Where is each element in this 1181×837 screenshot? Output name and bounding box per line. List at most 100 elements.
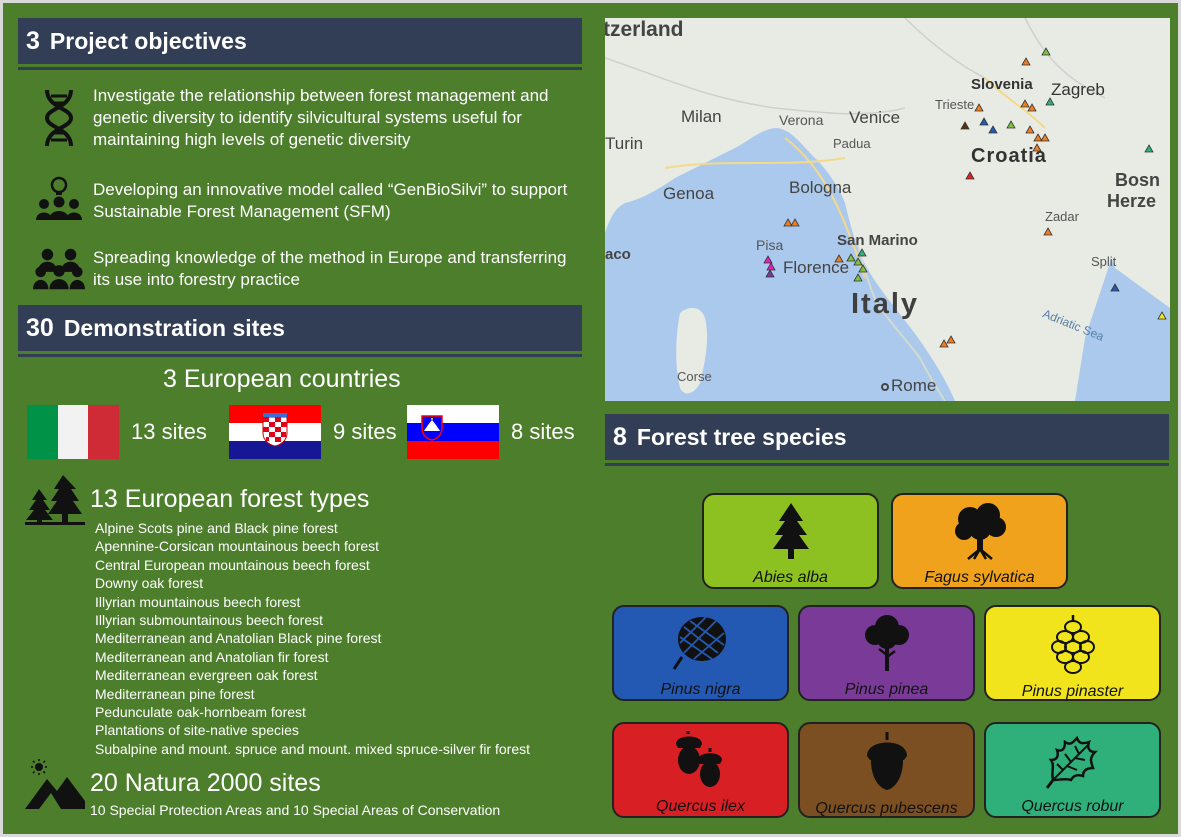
list-item: Alpine Scots pine and Black pine forest — [95, 520, 338, 536]
countries-heading: 3 European countries — [163, 365, 401, 394]
umbrella-pine-icon — [852, 613, 922, 673]
map-label: Trieste — [935, 97, 975, 112]
list-item: Mediterranean evergreen oak forest — [95, 667, 318, 684]
sites-map[interactable]: tzerland Slovenia Zagreb Trieste Milan V… — [605, 18, 1170, 401]
species-card-pinus-pinaster: Pinus pinaster — [984, 605, 1161, 701]
natura-heading: 20 Natura 2000 sites — [90, 769, 321, 798]
audience-icon — [33, 243, 85, 295]
species-name: Quercus pubescens — [815, 800, 958, 817]
map-label: Zadar — [1045, 209, 1079, 224]
country-croatia: 9 sites — [229, 405, 397, 459]
country-sites: 13 sites — [131, 419, 207, 444]
objectives-header: 3 Project objectives — [18, 18, 582, 64]
objective-item: Spreading knowledge of the method in Eur… — [33, 243, 583, 295]
list-item: Mediterranean and Anatolian Black pine f… — [95, 630, 382, 647]
acorn-icon — [852, 730, 922, 792]
species-number: 8 — [613, 422, 627, 451]
demo-rule — [18, 354, 582, 357]
demo-number: 30 — [26, 313, 54, 342]
demo-header: 30 Demonstration sites — [18, 305, 582, 351]
list-item: Central European mountainous beech fores… — [95, 556, 370, 573]
map-label: Herze — [1107, 191, 1157, 211]
acorn-ilex-icon — [666, 730, 736, 790]
forest-types-heading: 13 European forest types — [90, 485, 369, 514]
species-name: Pinus pinea — [844, 681, 929, 698]
countries-label: European countries — [183, 365, 401, 393]
species-title: Forest tree species — [636, 423, 847, 450]
list-item: Downy oak forest — [95, 575, 204, 592]
objectives-title: Project objectives — [49, 27, 247, 54]
map-label: Bologna — [789, 178, 852, 197]
forest-types-label: European forest types — [124, 485, 370, 513]
objective-text: Investigate the relationship between for… — [93, 86, 549, 149]
objectives-number: 3 — [26, 26, 40, 55]
species-card-pinus-pinea: Pinus pinea — [798, 605, 975, 701]
map-label: Slovenia — [971, 76, 1033, 93]
mountain-sun-icon — [25, 759, 85, 816]
pine-cone-icon — [666, 613, 736, 673]
map-label: Bosn — [1115, 170, 1160, 190]
species-card-fagus-sylvatica: Fagus sylvatica — [891, 493, 1068, 589]
team-idea-icon — [33, 175, 85, 227]
map-label: Croatia — [971, 145, 1047, 167]
natura-count: 20 — [90, 769, 118, 797]
map-label: Turin — [605, 134, 644, 153]
map-label: Padua — [833, 136, 871, 151]
croatia-flag-icon — [229, 405, 321, 459]
objective-item: Investigate the relationship between for… — [33, 85, 583, 151]
country-sites: 8 sites — [511, 419, 575, 444]
species-card-quercus-robur: Quercus robur — [984, 722, 1161, 818]
species-card-pinus-nigra: Pinus nigra — [612, 605, 789, 701]
country-sites: 9 sites — [333, 419, 397, 444]
forest-types-count: 13 — [90, 485, 118, 513]
demo-title: Demonstration sites — [63, 314, 285, 341]
objectives-rule — [18, 67, 582, 70]
map-label: Rome — [891, 376, 937, 395]
forest-types-icon — [25, 473, 85, 530]
species-name: Pinus nigra — [660, 681, 741, 698]
species-header: 8 Forest tree species — [605, 414, 1169, 460]
species-card-abies-alba: Abies alba — [702, 493, 879, 589]
natura-detail: 10 Special Protection Areas and 10 Speci… — [90, 802, 501, 818]
map-label: Zagreb — [1051, 80, 1105, 99]
species-card-quercus-pubescens: Quercus pubescens — [798, 722, 975, 818]
list-item: Subalpine and mount. spruce and mount. m… — [95, 740, 530, 757]
map-label: Italy — [851, 288, 920, 320]
list-item: Illyrian mountainous beech forest — [95, 593, 301, 610]
countries-count: 3 — [163, 365, 177, 393]
country-slovenia: 8 sites — [407, 405, 575, 459]
dna-icon — [33, 89, 85, 147]
fir-tree-icon — [756, 501, 826, 561]
list-item: Pedunculate oak-hornbeam forest — [95, 704, 306, 721]
map-label: Florence — [783, 258, 850, 277]
map-label: Genoa — [663, 184, 715, 203]
species-rule — [605, 463, 1169, 466]
italy-flag-icon — [27, 405, 119, 459]
map-label: Pisa — [756, 237, 784, 253]
objective-text: Developing an innovative model called “G… — [93, 180, 568, 221]
map-label: San Marino — [837, 232, 918, 249]
pinaster-cone-icon — [1038, 613, 1108, 675]
species-card-quercus-ilex: Quercus ilex — [612, 722, 789, 818]
list-item: Apennine-Corsican mountainous beech fore… — [95, 538, 380, 555]
list-item: Mediterranean pine forest — [95, 685, 255, 702]
map-label: Milan — [681, 107, 722, 126]
poster-panel: 3 Project objectives Investigate the rel… — [0, 0, 1181, 837]
objective-text: Spreading knowledge of the method in Eur… — [93, 248, 567, 289]
species-name: Abies alba — [753, 569, 828, 586]
map-label: Corse — [677, 369, 712, 384]
natura-label: Natura 2000 sites — [124, 769, 321, 797]
map-label: aco — [605, 246, 631, 263]
objective-item: Developing an innovative model called “G… — [33, 175, 583, 227]
forest-types-list: Alpine Scots pine and Black pine forest … — [95, 519, 530, 758]
slovenia-flag-icon — [407, 405, 499, 459]
map-label: tzerland — [605, 18, 684, 41]
country-italy: 13 sites — [27, 405, 207, 459]
species-name: Fagus sylvatica — [924, 569, 1035, 586]
species-name: Pinus pinaster — [1021, 683, 1124, 700]
list-item: Illyrian submountainous beech forest — [95, 612, 324, 629]
map-label: Verona — [779, 112, 824, 128]
list-item: Plantations of site-native species — [95, 722, 299, 739]
list-item: Mediterranean and Anatolian fir forest — [95, 648, 329, 665]
map-label: Split — [1091, 254, 1117, 269]
